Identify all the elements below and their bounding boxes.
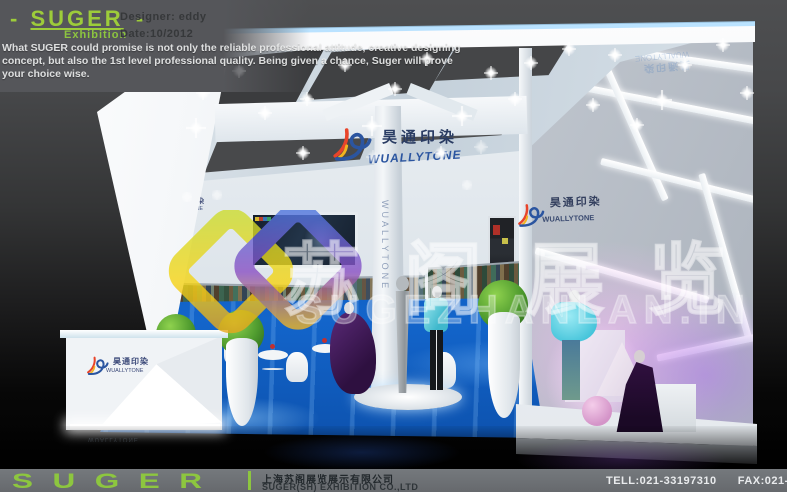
table-flowers [270, 344, 275, 349]
mannequin-teal-jacket [424, 298, 448, 332]
tv-colorbar [255, 217, 271, 221]
logo-brand-name: SUGER [30, 6, 123, 31]
mannequin-gown-head [634, 350, 645, 363]
footer-fax: FAX:021-50345059 [738, 475, 787, 487]
date-label: Date:10/2012 [120, 28, 193, 40]
footer-suger-logo: SUGER [12, 470, 222, 492]
booth-brand-chinese: 昊通印染 [113, 356, 149, 367]
booth-brand-logo-main: 昊通印染 WUALLYTONE [328, 118, 468, 166]
header-description: What SUGER could promise is not only the… [2, 42, 464, 81]
tv-screen [250, 212, 358, 268]
planter-vase [488, 312, 520, 418]
footer-contact: TELL:021-33197310 FAX:021-50345059 [606, 475, 787, 487]
footer-divider [248, 471, 251, 490]
header: - SUGER - Exhibition Designer: eddy Date… [0, 0, 480, 96]
booth-brand-logo-right-wall: 昊通印染 WUALLYTONE [513, 186, 619, 236]
designer-label: Designer: eddy [120, 11, 206, 23]
booth-brand-english: WUALLYTONE [106, 368, 143, 374]
poster: 昊通印染 WUALLYTONE WUALLYTONE 昊通印染 WUALLYTO… [0, 0, 787, 492]
mannequin-teal-pants [430, 330, 443, 390]
desk-floor-glow [70, 424, 220, 429]
lounge-chair [286, 352, 308, 382]
mannequin-platform [354, 384, 462, 410]
booth-brand-chinese: 昊通印染 [549, 193, 602, 211]
booth-brand-english: WUALLYTONE [542, 213, 594, 224]
logo-sub-exhibition: Exhibition [64, 29, 127, 41]
round-table [258, 350, 288, 360]
mannequin-cyan-jeans [562, 340, 580, 400]
footer-tel: TELL:021-33197310 [606, 475, 717, 487]
booth-brand-chinese: 昊通印染 [382, 126, 458, 147]
footer-company-en: SUGER(SH) EXHIBITION CO.,LTD [262, 482, 418, 492]
column-vertical-brand-text: WUALLYTONE [380, 200, 390, 350]
footer: SUGER 上海苏阁展览展示有限公司 SUGER(SH) EXHIBITION … [0, 469, 787, 492]
booth-brand-logo-desk: 昊通印染 WUALLYTONE [84, 346, 170, 386]
reception-desk-counter [60, 330, 228, 338]
table-flowers [322, 338, 327, 343]
mannequin-teal-head [432, 286, 442, 298]
mannequin-seated-purple-head [344, 302, 354, 314]
desk-brand-reflection: WUALLYTONE [88, 436, 178, 442]
booth-brand-english: WUALLYTONE [88, 436, 178, 442]
display-sphere [582, 396, 612, 426]
logo-dash-left: - [10, 6, 18, 31]
booth-brand-english: WUALLYTONE [368, 148, 462, 167]
mannequin-silver-head [396, 276, 409, 291]
mannequin-cyan-top [551, 302, 597, 342]
